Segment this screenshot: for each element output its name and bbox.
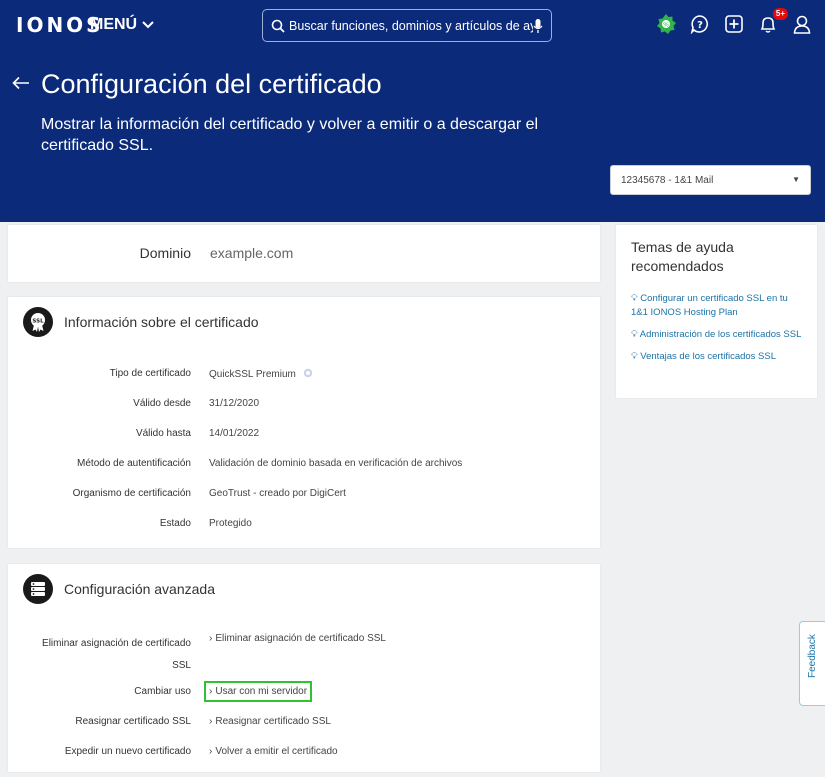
bell-icon[interactable]: 5+: [757, 8, 788, 36]
lightbulb-icon: 💡︎: [631, 329, 638, 340]
domain-value: example.com: [210, 245, 294, 261]
chevron-right-icon: ›: [209, 686, 213, 697]
gear-icon[interactable]: %: [655, 12, 677, 36]
page-title: Configuración del certificado: [41, 69, 382, 99]
menu-button[interactable]: MENÚ: [90, 16, 154, 34]
help-link-text: Configurar un certificado SSL en tu 1&1 …: [631, 293, 788, 318]
help-link[interactable]: 💡︎ Configurar un certificado SSL en tu 1…: [631, 292, 806, 320]
link-text: Usar con mi servidor: [215, 686, 308, 697]
lightbulb-icon: 💡︎: [631, 293, 638, 304]
user-icon[interactable]: [791, 12, 813, 36]
info-key: Método de autentificación: [77, 458, 191, 469]
search-box[interactable]: [262, 9, 552, 42]
chevron-right-icon: ›: [209, 746, 213, 757]
advanced-key-line1: Eliminar asignación de certificado: [42, 638, 191, 649]
link-text: Volver a emitir el certificado: [215, 746, 338, 757]
certificate-info-title: Información sobre el certificado: [64, 314, 259, 330]
help-link-text: Administración de los certificados SSL: [639, 329, 802, 340]
certificate-type-value: QuickSSL Premium: [209, 369, 296, 380]
microphone-icon[interactable]: [533, 18, 543, 34]
info-value: 31/12/2020: [209, 398, 260, 409]
lightbulb-icon: 💡︎: [631, 351, 638, 362]
reissue-certificate-link[interactable]: › Volver a emitir el certificado: [209, 746, 338, 757]
advanced-config-card: Configuración avanzada Eliminar asignaci…: [8, 564, 600, 772]
domain-card: Dominio example.com: [8, 225, 600, 282]
chevron-right-icon: ›: [209, 633, 213, 644]
contract-select[interactable]: 12345678 - 1&1 Mail ▼: [610, 165, 811, 195]
verified-shield-icon: [303, 368, 313, 381]
info-key: Válido hasta: [135, 428, 191, 439]
remove-ssl-assignment-link[interactable]: › Eliminar asignación de certificado SSL: [209, 633, 386, 644]
info-key: Estado: [159, 518, 191, 529]
ssl-badge-icon: SSL: [23, 307, 53, 337]
back-arrow-icon[interactable]: [12, 76, 30, 95]
help-topics-title: Temas de ayuda recomendados: [631, 239, 734, 274]
page-subtitle: Mostrar la información del certificado y…: [41, 116, 539, 154]
advanced-config-title: Configuración avanzada: [64, 581, 215, 597]
advanced-key-line2: SSL: [172, 660, 191, 671]
svg-text:?: ?: [697, 20, 703, 31]
info-key: Organismo de certificación: [72, 488, 191, 499]
chevron-down-icon: [142, 21, 154, 29]
top-navbar: IONOS MENÚ % ? 5+: [0, 0, 825, 50]
server-icon: [23, 574, 53, 604]
help-topics-card: Temas de ayuda recomendados 💡︎ Configura…: [616, 225, 817, 398]
link-text: Reasignar certificado SSL: [215, 716, 331, 727]
help-link[interactable]: 💡︎ Administración de los certificados SS…: [631, 328, 806, 342]
certificate-info-card: SSL Información sobre el certificado Tip…: [8, 297, 600, 548]
caret-down-icon: ▼: [792, 175, 800, 184]
help-link-text: Ventajas de los certificados SSL: [640, 351, 777, 362]
advanced-key: Cambiar uso: [134, 686, 191, 697]
advanced-key: Reasignar certificado SSL: [75, 716, 191, 727]
chevron-right-icon: ›: [209, 716, 213, 727]
info-value: Validación de dominio basada en verifica…: [209, 458, 463, 469]
info-value: Protegido: [209, 518, 252, 529]
help-link[interactable]: 💡︎ Ventajas de los certificados SSL: [631, 350, 806, 364]
info-value: 14/01/2022: [209, 428, 260, 439]
info-key: Válido desde: [133, 398, 191, 409]
info-key: Tipo de certificado: [109, 368, 191, 379]
advanced-key: Expedir un nuevo certificado: [64, 746, 191, 757]
info-value: GeoTrust - creado por DigiCert: [209, 488, 346, 499]
notification-badge: 5+: [772, 8, 788, 20]
info-value: QuickSSL Premium: [209, 368, 313, 381]
help-icon[interactable]: ?: [689, 12, 711, 36]
svg-text:%: %: [663, 22, 669, 29]
domain-label: Dominio: [139, 245, 191, 261]
use-with-my-server-link[interactable]: › Usar con mi servidor: [203, 681, 313, 702]
search-icon: [271, 19, 285, 33]
add-icon[interactable]: [723, 12, 745, 36]
reassign-ssl-link[interactable]: › Reasignar certificado SSL: [209, 716, 331, 727]
search-input[interactable]: [285, 18, 533, 33]
advanced-key: Eliminar asignación de certificado SSL: [42, 633, 191, 677]
contract-select-value: 12345678 - 1&1 Mail: [621, 174, 714, 186]
feedback-label: Feedback: [807, 634, 818, 678]
svg-text:SSL: SSL: [32, 318, 44, 324]
feedback-tab[interactable]: Feedback: [799, 621, 825, 706]
link-text: Eliminar asignación de certificado SSL: [215, 633, 386, 644]
menu-label: MENÚ: [90, 16, 138, 33]
page-header: Configuración del certificado Mostrar la…: [0, 50, 825, 222]
